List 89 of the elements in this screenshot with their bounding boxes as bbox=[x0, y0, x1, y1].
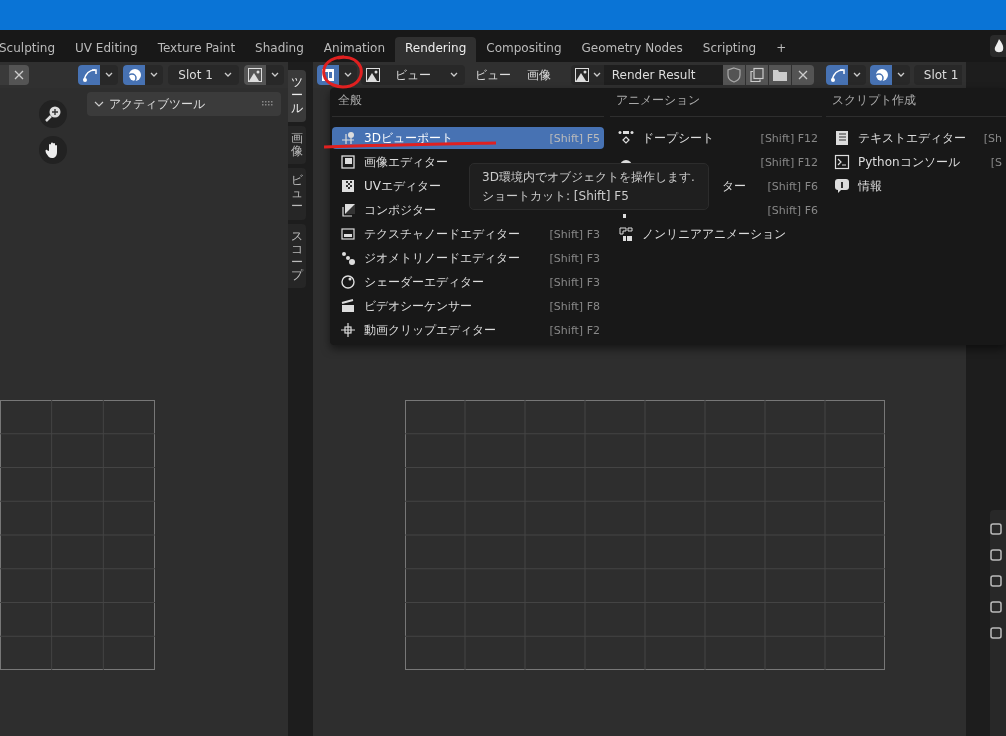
copy-icon bbox=[748, 67, 765, 83]
property-icon bbox=[990, 600, 1002, 614]
close-button[interactable] bbox=[791, 65, 814, 85]
menu-item[interactable]: ビデオシーケンサー [Shift] F8 bbox=[332, 295, 604, 317]
shortcut-text: [Shift] F3 bbox=[549, 251, 600, 265]
folder-icon bbox=[771, 67, 788, 83]
slot-dropdown[interactable]: Slot 1 bbox=[913, 65, 963, 85]
menu-heading: 全般 bbox=[337, 92, 363, 109]
pan-button[interactable] bbox=[39, 136, 67, 164]
grip-icon bbox=[262, 101, 274, 107]
editor-type-button[interactable] bbox=[316, 65, 357, 85]
property-icon bbox=[990, 548, 1002, 562]
shortcut-text: [Shift] F8 bbox=[549, 299, 600, 313]
workspace-tab[interactable]: Shading bbox=[245, 36, 314, 62]
workspace-tab[interactable]: Texture Paint bbox=[147, 36, 246, 62]
panel-title: アクティブツール bbox=[109, 95, 205, 113]
view-dropdown[interactable]: ビュー bbox=[360, 65, 465, 85]
header-menu[interactable]: 画像 bbox=[520, 66, 557, 84]
shortcut-text: [Shift] F5 bbox=[549, 131, 600, 145]
menu-item[interactable]: 情報 bbox=[826, 175, 1006, 197]
menu-item[interactable]: 動画クリップエディター [Shift] F2 bbox=[332, 319, 604, 341]
keyframe-icon bbox=[618, 130, 634, 146]
flame-icon bbox=[993, 38, 1005, 54]
shading-button[interactable] bbox=[869, 65, 910, 85]
document-icon bbox=[834, 130, 850, 146]
zoom-icon bbox=[44, 105, 62, 123]
layers-icon bbox=[340, 202, 356, 218]
header-menu[interactable]: ビュー bbox=[468, 66, 517, 84]
image-editor-icon bbox=[340, 154, 356, 170]
close-button[interactable] bbox=[0, 65, 29, 85]
property-icon bbox=[990, 522, 1002, 536]
workspace-tab[interactable]: Compositing bbox=[476, 36, 572, 62]
close-icon bbox=[14, 70, 24, 80]
open-button[interactable] bbox=[768, 65, 791, 85]
menu-heading: スクリプト作成 bbox=[831, 92, 917, 109]
image-name-field[interactable]: Render Result bbox=[603, 65, 724, 85]
property-icon bbox=[990, 574, 1002, 588]
texture-icon bbox=[340, 226, 356, 242]
image-icon bbox=[573, 67, 590, 83]
shortcut-text: [Shift] F2 bbox=[549, 323, 600, 337]
console-icon bbox=[834, 154, 850, 170]
shortcut-text: [Shift] F12 bbox=[760, 131, 818, 145]
close-icon bbox=[797, 70, 808, 80]
menu-item[interactable]: ドープシート [Shift] F12 bbox=[610, 127, 822, 149]
fake-user-button[interactable] bbox=[722, 65, 745, 85]
menu-item[interactable]: 3Dビューポート [Shift] F5 bbox=[332, 127, 604, 149]
property-icon bbox=[990, 626, 1002, 640]
info-icon bbox=[834, 178, 850, 194]
workspace-tab[interactable]: + bbox=[766, 36, 797, 62]
menu-item[interactable]: シェーダーエディター [Shift] F3 bbox=[332, 271, 604, 293]
shortcut-text: [Shift] F6 bbox=[767, 179, 818, 193]
crosshair-icon bbox=[340, 322, 356, 338]
menu-heading: アニメーション bbox=[615, 92, 701, 109]
shading-button[interactable] bbox=[123, 65, 164, 85]
workspace-tab[interactable]: UV Editing bbox=[65, 36, 148, 62]
shortcut-text: [Shift] F3 bbox=[549, 227, 600, 241]
shortcut-text: [S bbox=[990, 155, 1002, 169]
workspace-tab[interactable]: Rendering bbox=[395, 36, 477, 62]
overlay-button[interactable] bbox=[78, 65, 119, 85]
shortcut-text: [Sh bbox=[983, 131, 1002, 145]
tooltip-text: ショートカット: [Shift] F5 bbox=[482, 188, 630, 205]
axes-icon bbox=[340, 130, 356, 146]
duplicate-button[interactable] bbox=[745, 65, 768, 85]
shortcut-text: [Shift] F12 bbox=[760, 155, 818, 169]
workspace-tab[interactable]: Scripting bbox=[692, 36, 767, 62]
strips-icon bbox=[618, 226, 634, 242]
menu-item[interactable]: テクスチャノードエディター [Shift] F3 bbox=[332, 223, 604, 245]
panel-header[interactable]: アクティブツール bbox=[87, 92, 281, 116]
display-button[interactable] bbox=[243, 65, 284, 85]
menu-item[interactable]: ジオメトリノードエディター [Shift] F3 bbox=[332, 247, 604, 269]
workspace-tab[interactable]: Sculpting bbox=[0, 36, 66, 62]
clapper-icon bbox=[340, 298, 356, 314]
workspace-tab[interactable]: Animation bbox=[313, 36, 396, 62]
workspace-tab[interactable]: Geometry Nodes bbox=[571, 36, 693, 62]
overlay-button[interactable] bbox=[825, 65, 866, 85]
menu-item[interactable]: Pythonコンソール [S bbox=[826, 151, 1006, 173]
checker-icon bbox=[340, 178, 356, 194]
shield-icon bbox=[726, 67, 741, 83]
sphere-icon bbox=[340, 274, 356, 290]
dots-icon bbox=[340, 250, 356, 266]
shortcut-text: [Shift] F3 bbox=[549, 275, 600, 289]
menu-item[interactable]: テキストエディター [Sh bbox=[826, 127, 1006, 149]
tooltip-text: 3D環境内でオブジェクトを操作します. bbox=[482, 169, 696, 186]
menu-item[interactable]: ノンリニアアニメーション bbox=[610, 223, 822, 245]
shortcut-text: [Shift] F6 bbox=[767, 203, 818, 217]
image-browse-button[interactable] bbox=[570, 65, 605, 85]
image-icon bbox=[364, 67, 381, 83]
zoom-button[interactable] bbox=[39, 100, 67, 128]
slot-dropdown[interactable]: Slot 1 bbox=[168, 65, 239, 85]
